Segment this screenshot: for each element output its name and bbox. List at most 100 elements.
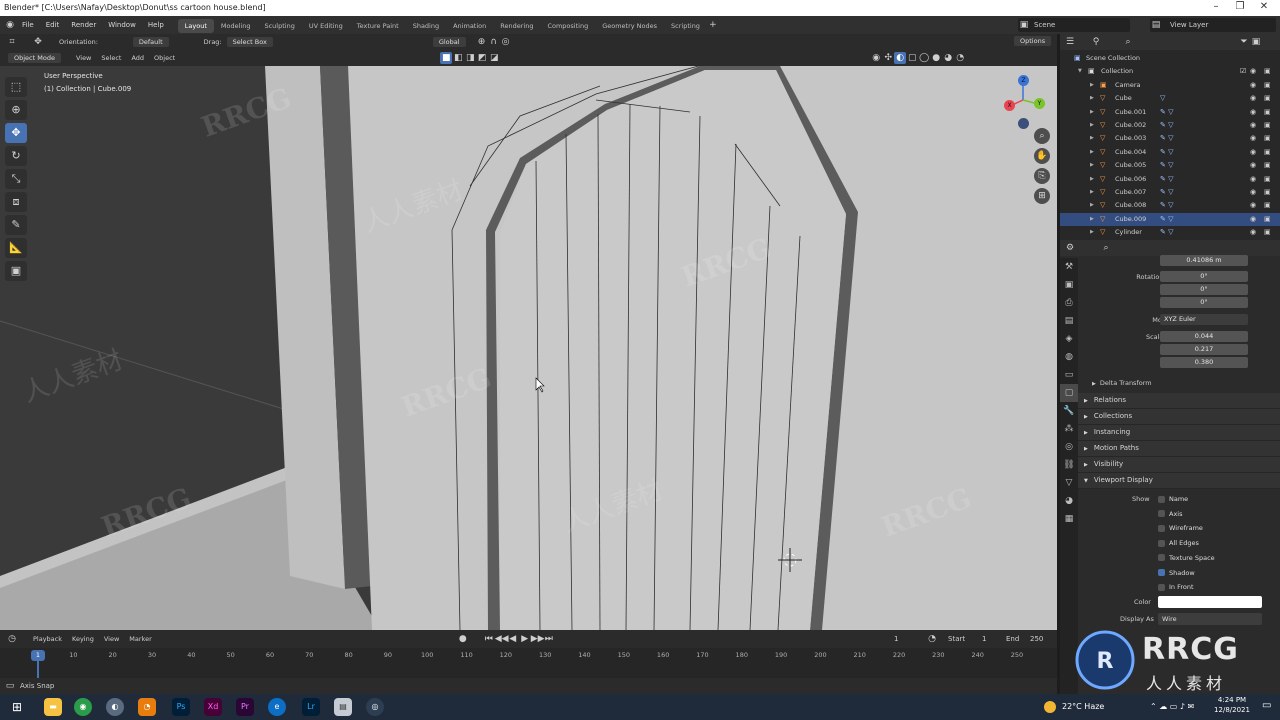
- material-tab-icon[interactable]: ◕: [1060, 492, 1078, 510]
- expand-icon[interactable]: ▶: [1090, 146, 1094, 159]
- shading-solid-icon[interactable]: ●: [930, 52, 942, 64]
- tab-rendering[interactable]: Rendering: [493, 19, 540, 33]
- collection-tab-icon[interactable]: ▭: [1060, 366, 1078, 384]
- eye-icon[interactable]: ◉: [1250, 119, 1256, 132]
- render-icon[interactable]: ▣: [1264, 173, 1271, 186]
- minimize-icon[interactable]: –: [1206, 1, 1226, 12]
- gizmo-z-icon[interactable]: Z: [1018, 75, 1029, 86]
- edge-icon[interactable]: e: [268, 698, 286, 716]
- select-tool-icon[interactable]: ⬚: [5, 77, 27, 97]
- checkbox-icon[interactable]: [1158, 583, 1165, 591]
- menu-timeline-view[interactable]: View: [99, 635, 124, 643]
- blender-taskbar-icon[interactable]: ◔: [138, 698, 156, 716]
- menu-add[interactable]: Add: [126, 54, 149, 62]
- record-icon[interactable]: ●: [457, 633, 469, 645]
- expand-icon[interactable]: ▶: [1090, 199, 1094, 212]
- modifier-data-icon[interactable]: ✎ ▽: [1160, 119, 1173, 132]
- visibility-icon[interactable]: ◉: [870, 52, 882, 64]
- pan-hand-icon[interactable]: ✋: [1034, 148, 1050, 164]
- checkbox-icon[interactable]: [1158, 554, 1165, 562]
- checkbox-icon[interactable]: [1158, 569, 1165, 576]
- tab-animation[interactable]: Animation: [446, 19, 493, 33]
- outliner-item[interactable]: ▶ ▽ Cube.008 ✎ ▽ ◉ ▣: [1060, 199, 1280, 212]
- section-relations[interactable]: ▶ Relations: [1078, 393, 1280, 409]
- navigation-gizmo[interactable]: Z X Y: [998, 72, 1048, 132]
- tool-tab-icon[interactable]: ⚒: [1060, 258, 1078, 276]
- xd-icon[interactable]: Xd: [204, 698, 222, 716]
- camera-view-icon[interactable]: ⎘: [1034, 168, 1050, 184]
- menu-edit[interactable]: Edit: [40, 16, 66, 34]
- modifier-data-icon[interactable]: ✎ ▽: [1160, 159, 1173, 172]
- modifier-data-icon[interactable]: ✎ ▽: [1160, 146, 1173, 159]
- scale-y-field[interactable]: 0.217: [1160, 344, 1248, 355]
- gizmo-x-icon[interactable]: X: [1004, 100, 1015, 111]
- outliner-collection[interactable]: ▼ ▣ Collection ☑ ◉ ▣: [1060, 65, 1280, 78]
- tab-geometry-nodes[interactable]: Geometry Nodes: [595, 19, 664, 33]
- timeline-editor-icon[interactable]: ◷: [6, 633, 18, 645]
- expand-icon[interactable]: ▶: [1090, 213, 1094, 226]
- jump-start-icon[interactable]: ⏮: [483, 633, 495, 645]
- outliner-editor-icon[interactable]: ☰: [1064, 36, 1076, 48]
- rotation-z-field[interactable]: 0°: [1160, 297, 1248, 308]
- jump-end-icon[interactable]: ⏭: [543, 633, 555, 645]
- particles-tab-icon[interactable]: ⁂: [1060, 420, 1078, 438]
- mode-dropdown[interactable]: Object Mode: [8, 53, 61, 63]
- chrome-icon[interactable]: ◉: [74, 698, 92, 716]
- menu-object[interactable]: Object: [149, 54, 180, 62]
- clock-time[interactable]: 4:24 PM: [1212, 696, 1252, 704]
- modifier-data-icon[interactable]: ✎ ▽: [1160, 173, 1173, 186]
- menu-help[interactable]: Help: [142, 16, 170, 34]
- scene-tab-icon[interactable]: ◈: [1060, 330, 1078, 348]
- eye-icon[interactable]: ◉: [1250, 132, 1256, 145]
- outliner-item[interactable]: ▶ ▽ Cube.009 ✎ ▽ ◉ ▣: [1060, 212, 1280, 227]
- expand-icon[interactable]: ▶: [1090, 173, 1094, 186]
- eye-icon[interactable]: ◉: [1250, 159, 1256, 172]
- delta-transform-panel[interactable]: ▶ Delta Transform: [1092, 379, 1152, 387]
- add-cube-tool-icon[interactable]: ▣: [5, 261, 27, 281]
- outliner-item[interactable]: ▶ ▽ Cube.002 ✎ ▽ ◉ ▣: [1060, 119, 1280, 132]
- show-option-checkbox[interactable]: Wireframe: [1158, 524, 1203, 532]
- expand-icon[interactable]: ▶: [1090, 79, 1094, 92]
- expand-icon[interactable]: ▶: [1090, 119, 1094, 132]
- select-invert-icon[interactable]: ◩: [476, 52, 488, 64]
- cursor-tool-icon[interactable]: ⊕: [5, 100, 27, 120]
- lightroom-icon[interactable]: Lr: [302, 698, 320, 716]
- proportional-icon[interactable]: ◎: [500, 36, 512, 48]
- drag-dropdown[interactable]: Select Box: [226, 37, 273, 47]
- properties-editor-icon[interactable]: ⚙: [1064, 242, 1076, 254]
- render-tab-icon[interactable]: ▣: [1060, 276, 1078, 294]
- expand-icon[interactable]: ▶: [1090, 226, 1094, 239]
- tab-shading[interactable]: Shading: [406, 19, 446, 33]
- weather-icon[interactable]: [1044, 701, 1056, 713]
- 3d-viewport[interactable]: User Perspective (1) Collection | Cube.0…: [0, 66, 1057, 630]
- select-subtract-icon[interactable]: ◨: [464, 52, 476, 64]
- rotation-x-field[interactable]: 0°: [1160, 271, 1248, 282]
- outliner-item[interactable]: ▶ ▽ Cylinder ✎ ▽ ◉ ▣: [1060, 226, 1280, 239]
- tab-layout[interactable]: Layout: [177, 19, 214, 33]
- display-mode-icon[interactable]: ⚲: [1090, 36, 1102, 48]
- outliner-item[interactable]: ▶ ▽ Cube.006 ✎ ▽ ◉ ▣: [1060, 173, 1280, 186]
- menu-view[interactable]: View: [71, 54, 96, 62]
- add-workspace-icon[interactable]: +: [707, 19, 719, 31]
- gizmo-y-icon[interactable]: Y: [1034, 98, 1045, 109]
- show-option-checkbox[interactable]: In Front: [1158, 583, 1194, 591]
- eye-icon[interactable]: ◉: [1250, 186, 1256, 199]
- world-tab-icon[interactable]: ◍: [1060, 348, 1078, 366]
- eye-icon[interactable]: ◉: [1250, 173, 1256, 186]
- tab-scripting[interactable]: Scripting: [664, 19, 707, 33]
- tab-sculpting[interactable]: Sculpting: [257, 19, 301, 33]
- menu-render[interactable]: Render: [65, 16, 102, 34]
- section-visibility[interactable]: ▶ Visibility: [1078, 457, 1280, 473]
- data-tab-icon[interactable]: ▽: [1060, 474, 1078, 492]
- magnet-icon[interactable]: ∩: [488, 36, 500, 48]
- options-dropdown[interactable]: Options: [1014, 36, 1052, 46]
- render-icon[interactable]: ▣: [1264, 199, 1271, 212]
- render-icon[interactable]: ▣: [1264, 65, 1271, 78]
- eye-icon[interactable]: ◉: [1250, 199, 1256, 212]
- checkbox-icon[interactable]: [1158, 510, 1165, 518]
- menu-file[interactable]: File: [16, 16, 40, 34]
- prev-key-icon[interactable]: ◀◀: [495, 633, 509, 645]
- scale-z-field[interactable]: 0.380: [1160, 357, 1248, 368]
- section-collections[interactable]: ▶ Collections: [1078, 409, 1280, 425]
- xray-icon[interactable]: ▢: [906, 52, 918, 64]
